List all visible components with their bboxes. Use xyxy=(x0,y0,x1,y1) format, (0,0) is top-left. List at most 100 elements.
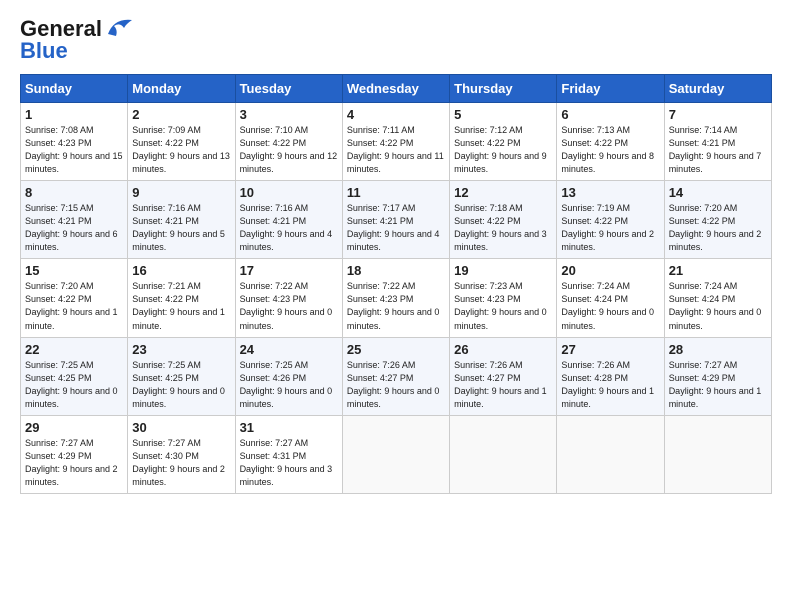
day-number: 6 xyxy=(561,107,659,122)
day-cell: 8 Sunrise: 7:15 AMSunset: 4:21 PMDaylight… xyxy=(21,181,128,259)
calendar-header: SundayMondayTuesdayWednesdayThursdayFrid… xyxy=(21,75,772,103)
day-cell: 22 Sunrise: 7:25 AMSunset: 4:25 PMDayligh… xyxy=(21,337,128,415)
header-saturday: Saturday xyxy=(664,75,771,103)
day-cell: 15Sunrise: 7:20 AMSunset: 4:22 PMDayligh… xyxy=(21,259,128,337)
day-info: Sunrise: 7:17 AMSunset: 4:21 PMDaylight:… xyxy=(347,203,440,252)
day-info: Sunrise: 7:25 AMSunset: 4:26 PMDaylight:… xyxy=(240,360,333,409)
day-info: Sunrise: 7:11 AMSunset: 4:22 PMDaylight:… xyxy=(347,125,444,174)
day-info: Sunrise: 7:10 AMSunset: 4:22 PMDaylight:… xyxy=(240,125,338,174)
day-number: 17 xyxy=(240,263,338,278)
day-number: 23 xyxy=(132,342,230,357)
week-row-2: 8 Sunrise: 7:15 AMSunset: 4:21 PMDaylight… xyxy=(21,181,772,259)
day-cell: 23 Sunrise: 7:25 AMSunset: 4:25 PMDayligh… xyxy=(128,337,235,415)
day-cell: 25 Sunrise: 7:26 AMSunset: 4:27 PMDayligh… xyxy=(342,337,449,415)
day-number: 24 xyxy=(240,342,338,357)
day-info: Sunrise: 7:15 AMSunset: 4:21 PMDaylight:… xyxy=(25,203,118,252)
day-cell: 10 Sunrise: 7:16 AMSunset: 4:21 PMDayligh… xyxy=(235,181,342,259)
day-info: Sunrise: 7:26 AMSunset: 4:27 PMDaylight:… xyxy=(347,360,440,409)
header-sunday: Sunday xyxy=(21,75,128,103)
day-info: Sunrise: 7:09 AMSunset: 4:22 PMDaylight:… xyxy=(132,125,230,174)
logo-bird-icon xyxy=(104,16,134,38)
day-info: Sunrise: 7:19 AMSunset: 4:22 PMDaylight:… xyxy=(561,203,654,252)
week-row-1: 1 Sunrise: 7:08 AMSunset: 4:23 PMDaylight… xyxy=(21,103,772,181)
day-cell: 2 Sunrise: 7:09 AMSunset: 4:22 PMDaylight… xyxy=(128,103,235,181)
day-number: 31 xyxy=(240,420,338,435)
day-number: 13 xyxy=(561,185,659,200)
day-info: Sunrise: 7:27 AMSunset: 4:29 PMDaylight:… xyxy=(25,438,118,487)
day-number: 2 xyxy=(132,107,230,122)
day-cell: 21 Sunrise: 7:24 AMSunset: 4:24 PMDayligh… xyxy=(664,259,771,337)
day-info: Sunrise: 7:20 AMSunset: 4:22 PMDaylight:… xyxy=(669,203,762,252)
day-number: 28 xyxy=(669,342,767,357)
day-cell: 17 Sunrise: 7:22 AMSunset: 4:23 PMDayligh… xyxy=(235,259,342,337)
day-number: 26 xyxy=(454,342,552,357)
day-cell: 6 Sunrise: 7:13 AMSunset: 4:22 PMDaylight… xyxy=(557,103,664,181)
day-cell: 29Sunrise: 7:27 AMSunset: 4:29 PMDayligh… xyxy=(21,415,128,493)
day-info: Sunrise: 7:27 AMSunset: 4:29 PMDaylight:… xyxy=(669,360,762,409)
day-cell xyxy=(342,415,449,493)
day-cell: 7 Sunrise: 7:14 AMSunset: 4:21 PMDaylight… xyxy=(664,103,771,181)
day-info: Sunrise: 7:26 AMSunset: 4:27 PMDaylight:… xyxy=(454,360,547,409)
day-info: Sunrise: 7:23 AMSunset: 4:23 PMDaylight:… xyxy=(454,281,547,330)
day-info: Sunrise: 7:14 AMSunset: 4:21 PMDaylight:… xyxy=(669,125,762,174)
day-number: 9 xyxy=(132,185,230,200)
day-info: Sunrise: 7:26 AMSunset: 4:28 PMDaylight:… xyxy=(561,360,654,409)
day-number: 12 xyxy=(454,185,552,200)
day-cell: 31 Sunrise: 7:27 AMSunset: 4:31 PMDayligh… xyxy=(235,415,342,493)
day-cell: 30 Sunrise: 7:27 AMSunset: 4:30 PMDayligh… xyxy=(128,415,235,493)
day-number: 11 xyxy=(347,185,445,200)
logo-blue: Blue xyxy=(20,38,68,64)
day-cell: 13 Sunrise: 7:19 AMSunset: 4:22 PMDayligh… xyxy=(557,181,664,259)
header-thursday: Thursday xyxy=(450,75,557,103)
day-info: Sunrise: 7:08 AMSunset: 4:23 PMDaylight:… xyxy=(25,125,123,174)
day-cell xyxy=(557,415,664,493)
day-number: 3 xyxy=(240,107,338,122)
header-tuesday: Tuesday xyxy=(235,75,342,103)
day-cell xyxy=(450,415,557,493)
day-number: 16 xyxy=(132,263,230,278)
day-info: Sunrise: 7:25 AMSunset: 4:25 PMDaylight:… xyxy=(132,360,225,409)
day-number: 4 xyxy=(347,107,445,122)
day-cell: 11 Sunrise: 7:17 AMSunset: 4:21 PMDayligh… xyxy=(342,181,449,259)
day-number: 22 xyxy=(25,342,123,357)
day-cell: 12 Sunrise: 7:18 AMSunset: 4:22 PMDayligh… xyxy=(450,181,557,259)
day-cell: 3 Sunrise: 7:10 AMSunset: 4:22 PMDaylight… xyxy=(235,103,342,181)
day-number: 10 xyxy=(240,185,338,200)
header: General Blue xyxy=(20,16,772,64)
day-info: Sunrise: 7:16 AMSunset: 4:21 PMDaylight:… xyxy=(132,203,225,252)
day-number: 14 xyxy=(669,185,767,200)
day-cell: 24 Sunrise: 7:25 AMSunset: 4:26 PMDayligh… xyxy=(235,337,342,415)
calendar-table: SundayMondayTuesdayWednesdayThursdayFrid… xyxy=(20,74,772,494)
day-cell: 14 Sunrise: 7:20 AMSunset: 4:22 PMDayligh… xyxy=(664,181,771,259)
day-number: 30 xyxy=(132,420,230,435)
day-info: Sunrise: 7:22 AMSunset: 4:23 PMDaylight:… xyxy=(240,281,333,330)
day-number: 1 xyxy=(25,107,123,122)
day-cell xyxy=(664,415,771,493)
calendar-body: 1 Sunrise: 7:08 AMSunset: 4:23 PMDaylight… xyxy=(21,103,772,494)
day-info: Sunrise: 7:18 AMSunset: 4:22 PMDaylight:… xyxy=(454,203,547,252)
day-number: 8 xyxy=(25,185,123,200)
day-info: Sunrise: 7:16 AMSunset: 4:21 PMDaylight:… xyxy=(240,203,333,252)
day-number: 18 xyxy=(347,263,445,278)
day-cell: 26 Sunrise: 7:26 AMSunset: 4:27 PMDayligh… xyxy=(450,337,557,415)
day-cell: 28 Sunrise: 7:27 AMSunset: 4:29 PMDayligh… xyxy=(664,337,771,415)
day-cell: 9 Sunrise: 7:16 AMSunset: 4:21 PMDaylight… xyxy=(128,181,235,259)
day-number: 15 xyxy=(25,263,123,278)
day-info: Sunrise: 7:22 AMSunset: 4:23 PMDaylight:… xyxy=(347,281,440,330)
day-number: 5 xyxy=(454,107,552,122)
day-number: 25 xyxy=(347,342,445,357)
day-cell: 27Sunrise: 7:26 AMSunset: 4:28 PMDayligh… xyxy=(557,337,664,415)
day-info: Sunrise: 7:27 AMSunset: 4:31 PMDaylight:… xyxy=(240,438,333,487)
day-info: Sunrise: 7:13 AMSunset: 4:22 PMDaylight:… xyxy=(561,125,654,174)
header-monday: Monday xyxy=(128,75,235,103)
day-info: Sunrise: 7:25 AMSunset: 4:25 PMDaylight:… xyxy=(25,360,118,409)
day-info: Sunrise: 7:27 AMSunset: 4:30 PMDaylight:… xyxy=(132,438,225,487)
day-number: 21 xyxy=(669,263,767,278)
day-number: 19 xyxy=(454,263,552,278)
header-friday: Friday xyxy=(557,75,664,103)
page: General Blue SundayMondayTuesdayWednesda… xyxy=(0,0,792,506)
day-cell: 19 Sunrise: 7:23 AMSunset: 4:23 PMDayligh… xyxy=(450,259,557,337)
day-cell: 20Sunrise: 7:24 AMSunset: 4:24 PMDayligh… xyxy=(557,259,664,337)
day-info: Sunrise: 7:24 AMSunset: 4:24 PMDaylight:… xyxy=(669,281,762,330)
day-number: 7 xyxy=(669,107,767,122)
